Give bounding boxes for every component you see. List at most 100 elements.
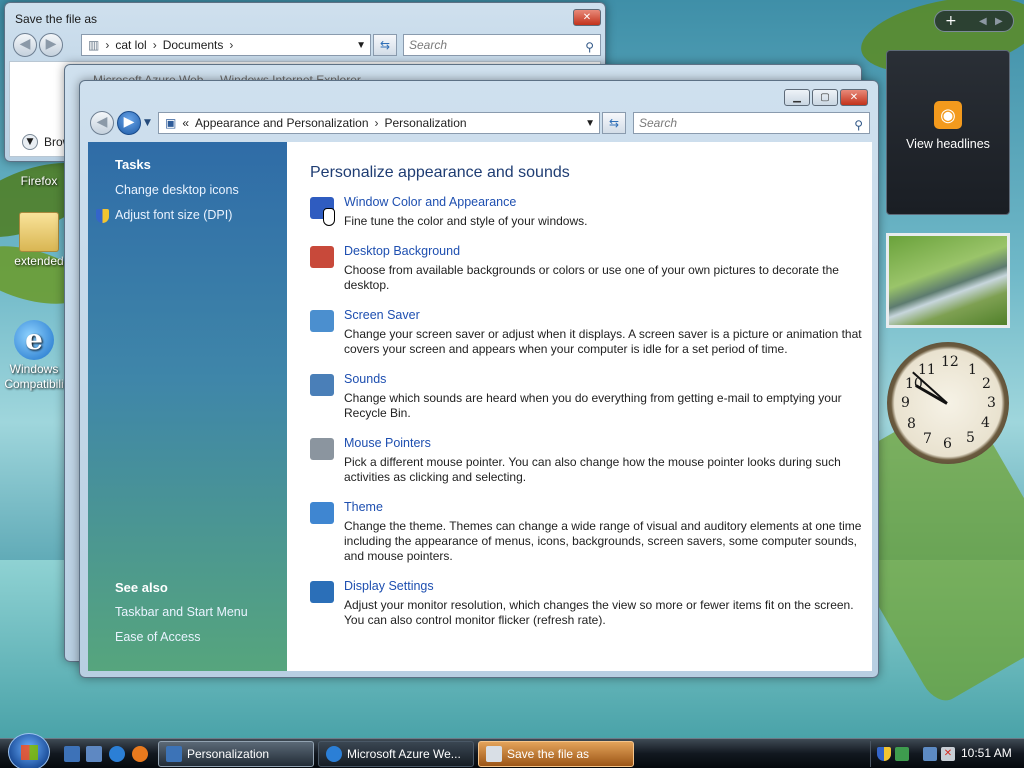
chevron-down-icon[interactable]: ▼ — [585, 118, 595, 129]
folder-icon: ▥ — [88, 38, 100, 52]
see-also-link-ease-of-access[interactable]: Ease of Access — [115, 630, 200, 644]
network-icon[interactable] — [923, 747, 937, 761]
window-title: Save the file as — [15, 12, 98, 26]
control-panel-icon — [166, 746, 182, 762]
task-pane: Tasks Change desktop icons Adjust font s… — [88, 142, 287, 671]
option-link[interactable]: Window Color and Appearance — [344, 195, 516, 209]
breadcrumb-overflow[interactable]: « — [182, 116, 189, 130]
screen-saver-icon — [310, 310, 334, 332]
option-description: Change the theme. Themes can change a wi… — [344, 519, 862, 563]
feed-label[interactable]: View headlines — [887, 137, 1009, 151]
next-icon[interactable]: ▶ — [995, 16, 1003, 27]
sounds-icon — [310, 374, 334, 396]
option-link[interactable]: Screen Saver — [344, 308, 420, 322]
page-title: Personalize appearance and sounds — [310, 164, 570, 181]
clock-numeral: 5 — [966, 430, 975, 446]
taskbar-button-save-file[interactable]: Save the file as — [478, 741, 634, 767]
search-placeholder: Search — [639, 116, 678, 130]
theme-icon — [310, 502, 334, 524]
tasks-heading: Tasks — [115, 157, 151, 172]
refresh-button[interactable]: ⇆ — [602, 112, 626, 134]
clock-numeral: 2 — [982, 376, 991, 392]
switch-windows-icon[interactable] — [86, 746, 102, 762]
sidebar-gadget-controls[interactable]: + ◀ ▶ — [934, 10, 1014, 32]
taskbar: Personalization Microsoft Azure We... Sa… — [0, 733, 1024, 768]
search-input[interactable]: Search ⚲ — [403, 34, 601, 56]
forward-button[interactable]: ▶ — [117, 111, 141, 135]
clock-gadget[interactable]: 12 1 2 3 4 5 6 7 8 9 10 11 — [887, 342, 1009, 464]
clock-numeral: 1 — [968, 362, 977, 378]
close-button[interactable]: ✕ — [840, 89, 868, 106]
option-link[interactable]: Display Settings — [344, 579, 434, 593]
windows-update-icon[interactable] — [895, 747, 909, 761]
breadcrumb-item[interactable]: Appearance and Personalization — [195, 116, 368, 130]
option-description: Fine tune the color and style of your wi… — [344, 214, 588, 228]
clock-numeral: 9 — [901, 395, 910, 411]
refresh-button[interactable]: ⇆ — [373, 34, 397, 56]
desktop-background-icon — [310, 246, 334, 268]
clock-numeral: 3 — [987, 395, 996, 411]
search-icon[interactable]: ⚲ — [854, 115, 863, 135]
see-also-link-taskbar[interactable]: Taskbar and Start Menu — [115, 605, 248, 619]
taskbar-button-label: Microsoft Azure We... — [347, 747, 461, 761]
hand-cursor-icon — [323, 208, 335, 226]
search-input[interactable]: Search ⚲ — [633, 112, 870, 134]
start-orb-button[interactable] — [8, 733, 50, 768]
desktop-icon-windows-compatibility[interactable]: e Windows Compatibili — [2, 320, 66, 392]
maximize-button[interactable]: ▢ — [812, 89, 838, 106]
taskbar-button-personalization[interactable]: Personalization — [158, 741, 314, 767]
dialog-icon — [486, 746, 502, 762]
breadcrumb-item[interactable]: Personalization — [385, 116, 467, 130]
add-gadget-icon[interactable]: + — [945, 13, 957, 29]
forward-button[interactable]: ▶ — [39, 33, 63, 57]
content-pane: Personalize appearance and sounds Window… — [287, 142, 872, 671]
feed-headlines-gadget[interactable]: ◉ View headlines — [886, 50, 1010, 215]
task-link-adjust-font-size[interactable]: Adjust font size (DPI) — [115, 208, 232, 222]
recent-pages-chevron-icon[interactable]: ▼ — [144, 118, 151, 128]
mouse-pointers-icon — [310, 438, 334, 460]
address-bar[interactable]: ▥ › cat lol › Documents › ▼ — [81, 34, 371, 56]
search-icon[interactable]: ⚲ — [585, 37, 594, 57]
task-link-change-desktop-icons[interactable]: Change desktop icons — [115, 183, 239, 197]
option-description: Pick a different mouse pointer. You can … — [344, 455, 841, 484]
taskbar-button-label: Personalization — [187, 747, 270, 761]
breadcrumb-separator-icon: › — [105, 38, 110, 52]
firefox-icon[interactable] — [132, 746, 148, 762]
option-description: Choose from available backgrounds or col… — [344, 263, 839, 292]
clock-numeral: 8 — [907, 416, 916, 432]
option-link[interactable]: Sounds — [344, 372, 386, 386]
back-button[interactable]: ◀ — [13, 33, 37, 57]
security-shield-icon[interactable] — [877, 747, 891, 761]
option-link[interactable]: Theme — [344, 500, 383, 514]
uac-shield-icon — [96, 209, 109, 223]
breadcrumb-item[interactable]: cat lol — [115, 38, 146, 52]
clock-numeral: 4 — [981, 415, 990, 431]
internet-explorer-icon[interactable] — [109, 746, 125, 762]
clock-numeral: 11 — [918, 362, 936, 378]
taskbar-button-label: Save the file as — [507, 747, 590, 761]
taskbar-button-internet-explorer[interactable]: Microsoft Azure We... — [318, 741, 474, 767]
breadcrumb-item[interactable]: Documents — [163, 38, 224, 52]
notification-area: ✕ 10:51 AM — [870, 741, 1020, 767]
option-link[interactable]: Mouse Pointers — [344, 436, 431, 450]
see-also-heading: See also — [115, 580, 168, 595]
previous-icon[interactable]: ◀ — [979, 16, 987, 27]
address-bar[interactable]: ▣ « Appearance and Personalization › Per… — [158, 112, 600, 134]
back-button[interactable]: ◀ — [90, 111, 114, 135]
expand-icon[interactable]: ▼ — [22, 134, 38, 150]
option-link[interactable]: Desktop Background — [344, 244, 460, 258]
option-description: Adjust your monitor resolution, which ch… — [344, 598, 854, 627]
volume-muted-icon[interactable]: ✕ — [941, 747, 955, 761]
slideshow-gadget[interactable] — [886, 233, 1010, 328]
close-button[interactable]: ✕ — [573, 9, 601, 26]
show-desktop-icon[interactable] — [64, 746, 80, 762]
breadcrumb-separator-icon: › — [229, 38, 234, 52]
clock-numeral: 7 — [923, 431, 932, 447]
chevron-down-icon[interactable]: ▼ — [356, 40, 366, 51]
personalization-window[interactable]: ▁ ▢ ✕ ◀ ▶ ▼ ▣ « Appearance and Personali… — [79, 80, 879, 678]
taskbar-clock[interactable]: 10:51 AM — [961, 746, 1012, 760]
breadcrumb-separator-icon: › — [152, 38, 157, 52]
folder-icon — [19, 212, 59, 252]
minimize-button[interactable]: ▁ — [784, 89, 810, 106]
option-description: Change which sounds are heard when you d… — [344, 391, 842, 420]
